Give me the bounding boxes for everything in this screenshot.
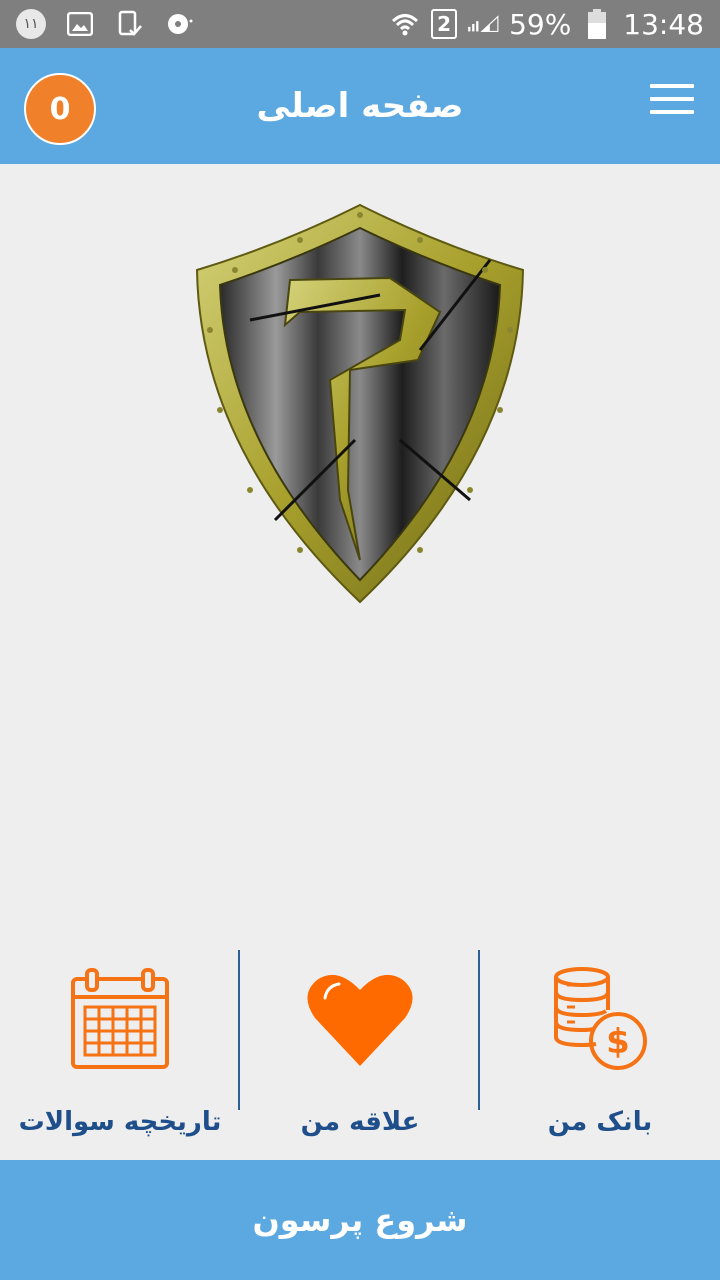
app-logo-shield bbox=[190, 200, 530, 610]
clock: 13:48 bbox=[623, 7, 704, 41]
hamburger-menu-icon[interactable] bbox=[650, 84, 694, 118]
bank-label: بانک من bbox=[547, 1107, 653, 1137]
signal-icon bbox=[467, 8, 499, 40]
history-button[interactable]: تاریخچه سوالات bbox=[0, 945, 240, 1145]
start-quiz-button[interactable]: شروع پرسون bbox=[0, 1160, 720, 1280]
battery-percent: 59% bbox=[509, 7, 572, 41]
heart-icon bbox=[307, 974, 413, 1066]
bank-button[interactable]: $ بانک من bbox=[480, 945, 720, 1145]
phone-check-icon bbox=[114, 8, 146, 40]
history-label: تاریخچه سوالات bbox=[18, 1107, 222, 1137]
notification-count-badge: ۱۱ bbox=[16, 9, 46, 39]
action-row: تاریخچه سوالات علاقه من $ بانک من bbox=[0, 945, 720, 1145]
coins-dollar-icon: $ bbox=[554, 967, 647, 1070]
favorites-label: علاقه من bbox=[300, 1107, 420, 1137]
battery-icon bbox=[581, 8, 613, 40]
wifi-icon bbox=[389, 8, 421, 40]
page-title: صفحه اصلی bbox=[256, 86, 464, 126]
gallery-icon bbox=[64, 8, 96, 40]
sim-slot-badge: 2 bbox=[431, 9, 458, 39]
disc-icon bbox=[164, 8, 196, 40]
calendar-icon bbox=[71, 968, 169, 1069]
status-bar: ۱۱ 2 59% 13:48 bbox=[0, 0, 720, 48]
favorites-button[interactable]: علاقه من bbox=[240, 945, 480, 1145]
app-bar: 0 صفحه اصلی bbox=[0, 48, 720, 164]
svg-text:$: $ bbox=[606, 1022, 630, 1062]
